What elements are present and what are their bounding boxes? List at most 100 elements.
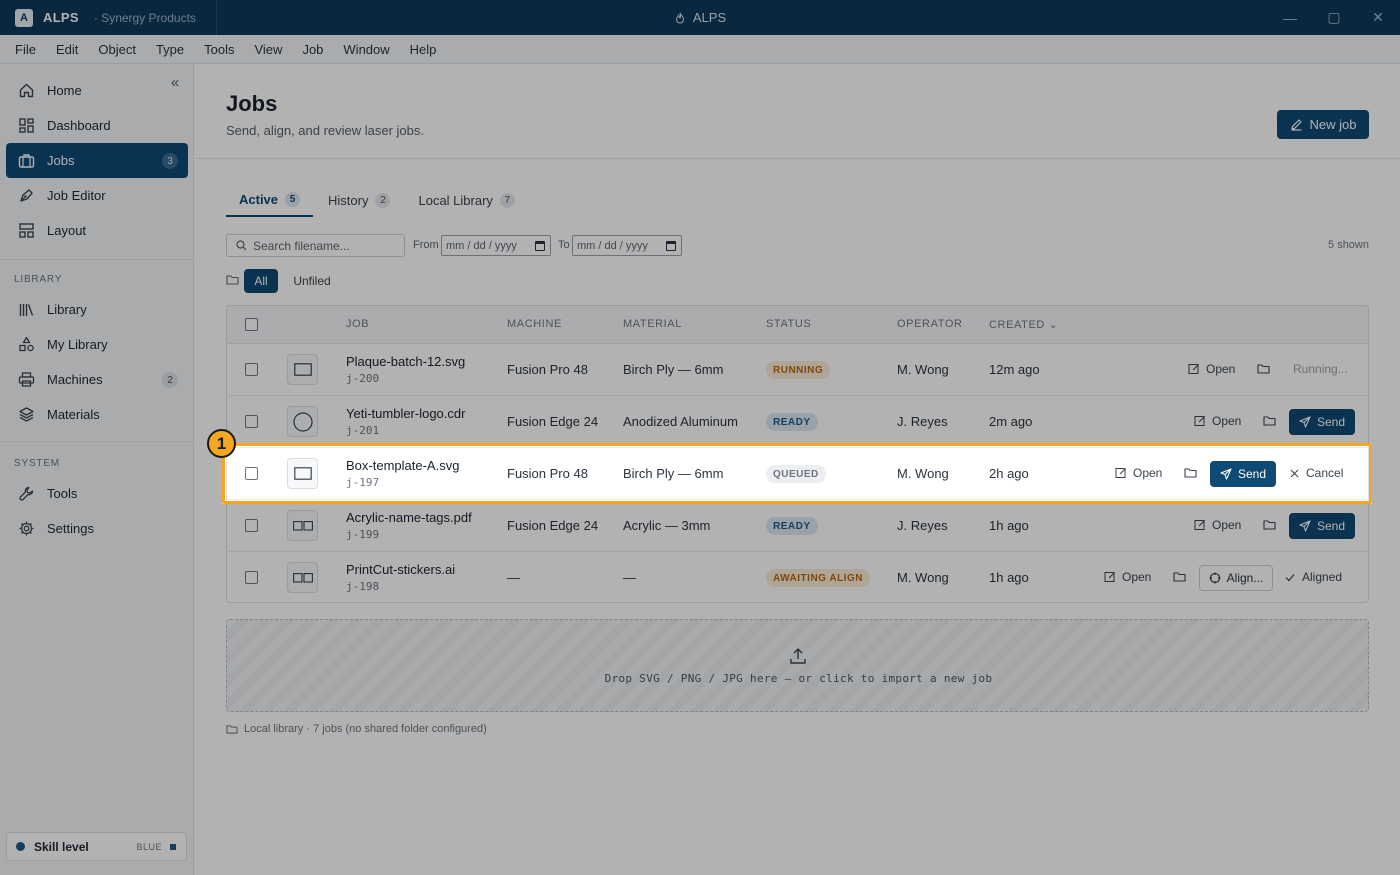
skill-level-indicator[interactable]: Skill level BLUE [6, 832, 187, 861]
gear-icon [17, 520, 35, 538]
skill-dot [16, 842, 25, 851]
from-label: From [413, 239, 439, 251]
menu-help[interactable]: Help [400, 42, 447, 57]
job-operator: M. Wong [897, 362, 949, 377]
job-machine: Fusion Pro 48 [507, 362, 588, 377]
send-button[interactable]: Send [1289, 409, 1355, 435]
sidebar: « Home Dashboard Jobs 3 Job Editor Layou… [0, 64, 194, 875]
machines-count-badge: 2 [162, 372, 178, 388]
rectangle-shape-icon [293, 467, 312, 480]
job-name[interactable]: PrintCut-stickers.ai [346, 562, 455, 577]
edit-icon [1194, 416, 1205, 426]
folder-icon[interactable] [1257, 363, 1270, 374]
sidebar-item-layout[interactable]: Layout [6, 213, 188, 248]
row-checkbox[interactable] [245, 363, 258, 376]
tab-active[interactable]: Active 5 [226, 184, 314, 217]
sidebar-item-materials[interactable]: Materials [6, 397, 188, 432]
aligned-button[interactable]: Aligned [1285, 570, 1342, 584]
table-row[interactable]: Acrylic-name-tags.pdf j-199 Fusion Edge … [227, 500, 1368, 552]
minimize-button[interactable]: — [1268, 0, 1312, 35]
open-button[interactable]: Open [1194, 414, 1241, 428]
skill-label: Skill level [34, 839, 89, 854]
open-button[interactable]: Open [1115, 466, 1162, 480]
folder-icon[interactable] [1263, 415, 1276, 426]
to-date-input[interactable]: mm / dd / yyyy [572, 235, 682, 256]
col-status[interactable]: STATUS [766, 318, 811, 330]
sidebar-item-dashboard[interactable]: Dashboard [6, 108, 188, 143]
calendar-icon[interactable] [535, 241, 545, 251]
sidebar-item-machines[interactable]: Machines 2 [6, 362, 188, 397]
send-icon [1299, 520, 1311, 532]
job-name[interactable]: Plaque-batch-12.svg [346, 354, 465, 369]
row-checkbox[interactable] [245, 571, 258, 584]
job-operator: M. Wong [897, 570, 949, 585]
sidebar-item-job-editor[interactable]: Job Editor [6, 178, 188, 213]
send-button[interactable]: Send [1210, 461, 1276, 487]
sidebar-item-settings[interactable]: Settings [6, 511, 188, 546]
job-thumbnail [287, 354, 318, 385]
sidebar-item-home[interactable]: Home [6, 73, 188, 108]
table-row[interactable]: PrintCut-stickers.ai j-198 — — AWAITING … [227, 552, 1368, 602]
check-icon [1285, 573, 1295, 581]
sidebar-item-jobs[interactable]: Jobs 3 [6, 143, 188, 178]
menu-object[interactable]: Object [88, 42, 146, 57]
send-label: Send [1316, 415, 1346, 429]
menu-job[interactable]: Job [292, 42, 333, 57]
menu-edit[interactable]: Edit [46, 42, 88, 57]
menu-window[interactable]: Window [333, 42, 399, 57]
row-checkbox[interactable] [245, 519, 258, 532]
col-created-label: CREATED [989, 319, 1045, 331]
job-name[interactable]: Acrylic-name-tags.pdf [346, 510, 472, 525]
tab-label: Local Library [418, 193, 493, 208]
col-job[interactable]: JOB [346, 318, 369, 330]
row-checkbox[interactable] [245, 415, 258, 428]
select-all-checkbox[interactable] [245, 318, 258, 331]
maximize-button[interactable]: ▢ [1312, 0, 1356, 35]
table-row[interactable]: Box-template-A.svg j-197 Fusion Pro 48 B… [227, 448, 1368, 500]
folder-icon[interactable] [1184, 467, 1197, 478]
page-subtitle: Send, align, and review laser jobs. [226, 123, 425, 138]
two-rectangles-icon [292, 572, 313, 583]
new-job-button[interactable]: New job [1277, 110, 1369, 139]
pen-tool-icon [17, 187, 35, 205]
job-name[interactable]: Box-template-A.svg [346, 458, 459, 473]
import-dropzone[interactable]: Drop SVG / PNG / JPG here — or click to … [226, 619, 1369, 712]
table-row[interactable]: Plaque-batch-12.svg j-200 Fusion Pro 48 … [227, 344, 1368, 396]
status-badge: QUEUED [766, 465, 826, 483]
menu-type[interactable]: Type [146, 42, 194, 57]
filter-chip-unfiled[interactable]: Unfiled [286, 269, 338, 293]
menu-file[interactable]: File [5, 42, 46, 57]
menu-view[interactable]: View [244, 42, 292, 57]
col-operator[interactable]: OPERATOR [897, 318, 963, 330]
shown-count: 5 shown [1328, 239, 1369, 251]
folder-icon[interactable] [1173, 571, 1186, 582]
sidebar-item-library[interactable]: Library [6, 292, 188, 327]
sidebar-item-my-library[interactable]: My Library [6, 327, 188, 362]
send-button[interactable]: Send [1289, 513, 1355, 539]
from-date-input[interactable]: mm / dd / yyyy [441, 235, 551, 256]
crosshair-icon [1209, 572, 1221, 584]
open-button[interactable]: Open [1104, 570, 1151, 584]
briefcase-icon [17, 152, 35, 170]
tab-local-library[interactable]: Local Library 7 [405, 184, 527, 217]
job-name[interactable]: Yeti-tumbler-logo.cdr [346, 406, 465, 421]
align-button[interactable]: Align... [1199, 565, 1273, 591]
home-icon [17, 82, 35, 100]
close-button[interactable]: ✕ [1356, 0, 1400, 35]
tab-history[interactable]: History 2 [315, 184, 403, 217]
col-machine[interactable]: MACHINE [507, 318, 562, 330]
folder-icon[interactable] [1263, 519, 1276, 530]
calendar-icon[interactable] [666, 241, 676, 251]
open-button[interactable]: Open [1194, 518, 1241, 532]
row-checkbox[interactable] [245, 467, 258, 480]
cancel-button[interactable]: Cancel [1290, 466, 1343, 480]
col-material[interactable]: MATERIAL [623, 318, 682, 330]
filter-chip-all[interactable]: All [244, 269, 278, 293]
sidebar-item-tools[interactable]: Tools [6, 476, 188, 511]
menu-tools[interactable]: Tools [194, 42, 244, 57]
table-row[interactable]: Yeti-tumbler-logo.cdr j-201 Fusion Edge … [227, 396, 1368, 448]
sidebar-item-label: Jobs [47, 153, 75, 168]
col-created[interactable]: CREATED ⌄ [989, 318, 1058, 331]
search-input[interactable]: Search filename... [226, 234, 405, 257]
open-button[interactable]: Open [1188, 362, 1235, 376]
